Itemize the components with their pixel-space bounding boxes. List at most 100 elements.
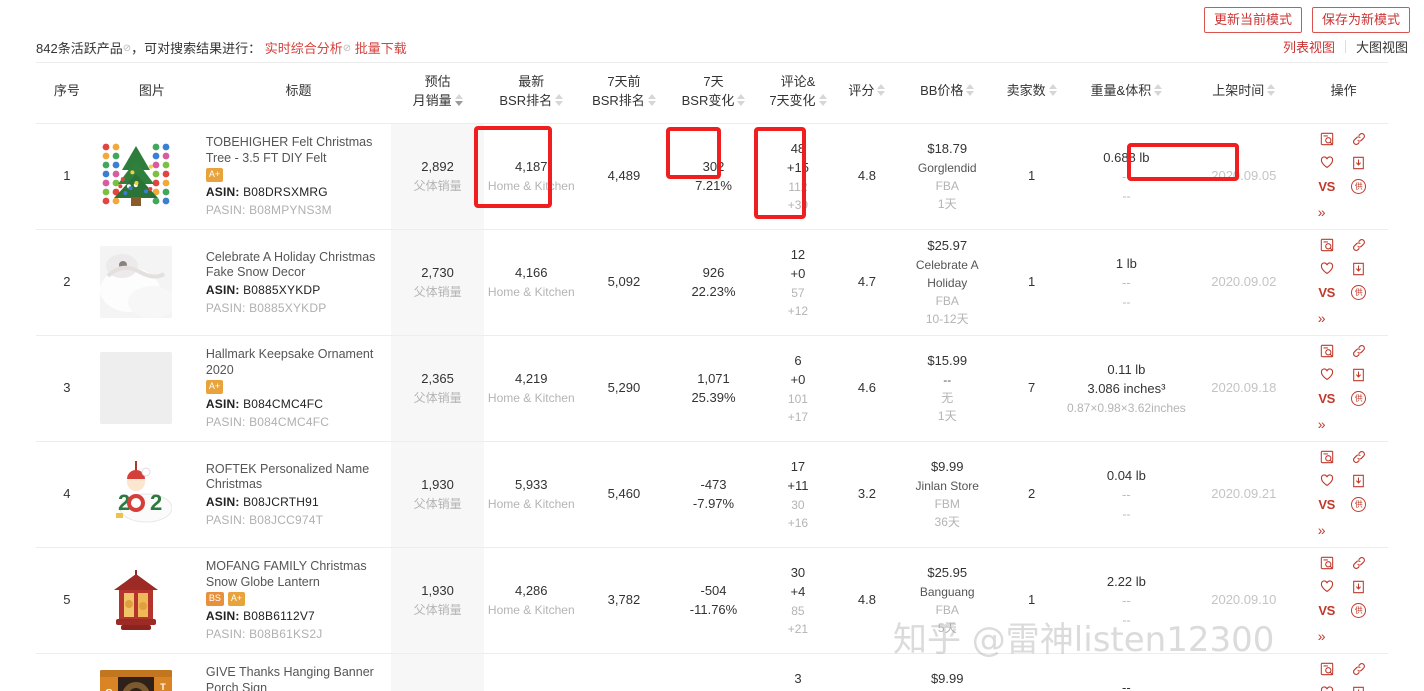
sort-arrows-icon[interactable] (966, 84, 974, 96)
heart-icon[interactable] (1317, 366, 1337, 384)
supplier-icon[interactable]: 供 (1349, 496, 1369, 514)
table-row[interactable]: 2 Celebrate A Holiday Christmas Fake Snow… (36, 229, 1388, 335)
table-row[interactable]: 3 Hallmark Keepsake Ornament 2020 A+ ASIN: … (36, 335, 1388, 441)
cell-thumbnail[interactable]: GIVETHANKS (98, 653, 206, 691)
product-title[interactable]: ROFTEK Personalized Name Christmas (206, 462, 389, 493)
product-title[interactable]: Celebrate A Holiday Christmas Fake Snow … (206, 250, 389, 281)
product-thumbnail-hallmark-ornament[interactable] (100, 352, 172, 424)
report-search-icon[interactable] (1317, 342, 1337, 360)
product-thumbnail-give-thanks-banner[interactable]: GIVETHANKS (100, 670, 172, 691)
column-header-5[interactable]: 7天前 BSR排名 (579, 63, 670, 123)
product-thumbnail-fake-snow[interactable] (100, 246, 172, 318)
product-pasin[interactable]: PASIN: B08JCC974T (206, 511, 389, 529)
sort-arrows-icon[interactable] (737, 94, 745, 106)
product-pasin[interactable]: PASIN: B0885XYKDP (206, 299, 389, 317)
supplier-icon[interactable]: 供 (1349, 390, 1369, 408)
compare-vs-button[interactable]: VS (1317, 390, 1337, 408)
product-title[interactable]: Hallmark Keepsake Ornament 2020 (206, 347, 389, 378)
compare-vs-button[interactable]: VS (1317, 284, 1337, 302)
product-asin[interactable]: ASIN: B0885XYKDP (206, 281, 389, 299)
column-header-11[interactable]: 重量&体积 (1065, 63, 1189, 123)
heart-icon[interactable] (1317, 684, 1337, 691)
column-header-6[interactable]: 7天 BSR变化 (669, 63, 758, 123)
product-asin[interactable]: ASIN: B084CMC4FC (206, 395, 389, 413)
product-pasin[interactable]: PASIN: B08MPYNS3M (206, 201, 389, 219)
product-pasin[interactable]: PASIN: B08B61KS2J (206, 625, 389, 643)
product-asin[interactable]: ASIN: B08B6112V7 (206, 607, 389, 625)
supplier-icon[interactable]: 供 (1349, 284, 1369, 302)
export-icon[interactable] (1349, 578, 1369, 596)
cell-thumbnail[interactable] (98, 123, 206, 229)
report-search-icon[interactable] (1317, 554, 1337, 572)
product-title[interactable]: TOBEHIGHER Felt Christmas Tree - 3.5 FT … (206, 135, 389, 166)
table-row[interactable]: 6GIVETHANKS GIVE Thanks Hanging Banner Po… (36, 653, 1388, 691)
grid-view-toggle[interactable]: 大图视图 (1356, 37, 1408, 56)
count-help-icon[interactable]: ⊘ (123, 43, 131, 54)
compare-vs-button[interactable]: VS (1317, 496, 1337, 514)
report-search-icon[interactable] (1317, 660, 1337, 678)
analysis-help-icon[interactable]: ⊘ (343, 43, 351, 54)
product-thumbnail-lantern[interactable] (100, 564, 172, 636)
link-icon[interactable] (1349, 554, 1369, 572)
more-actions-icon[interactable]: » (1318, 308, 1326, 329)
link-icon[interactable] (1349, 236, 1369, 254)
product-title[interactable]: MOFANG FAMILY Christmas Snow Globe Lante… (206, 559, 389, 590)
supplier-icon[interactable]: 供 (1349, 178, 1369, 196)
sort-arrows-icon[interactable] (819, 94, 827, 106)
heart-icon[interactable] (1317, 578, 1337, 596)
product-pasin[interactable]: PASIN: B084CMC4FC (206, 413, 389, 431)
supplier-icon[interactable]: 供 (1349, 602, 1369, 620)
product-thumbnail-roftek-ornament[interactable]: 22 (100, 458, 172, 530)
product-asin[interactable]: ASIN: B08DRSXMRG (206, 183, 389, 201)
heart-icon[interactable] (1317, 154, 1337, 172)
sort-arrows-icon[interactable] (1049, 84, 1057, 96)
more-actions-icon[interactable]: » (1318, 414, 1326, 435)
export-icon[interactable] (1349, 366, 1369, 384)
link-icon[interactable] (1349, 448, 1369, 466)
sort-arrows-icon[interactable] (1267, 84, 1275, 96)
report-search-icon[interactable] (1317, 236, 1337, 254)
link-icon[interactable] (1349, 342, 1369, 360)
sort-arrows-icon[interactable] (555, 94, 563, 106)
report-search-icon[interactable] (1317, 130, 1337, 148)
sort-arrows-icon[interactable] (648, 94, 656, 106)
sort-arrows-icon[interactable] (877, 84, 885, 96)
table-row[interactable]: 4 2 2 ROFTEK Personalized Name Christmas ASI… (36, 441, 1388, 547)
link-icon[interactable] (1349, 660, 1369, 678)
realtime-analysis-link[interactable]: 实时综合分析 (265, 41, 343, 56)
cell-thumbnail[interactable] (98, 547, 206, 653)
heart-icon[interactable] (1317, 472, 1337, 490)
export-icon[interactable] (1349, 154, 1369, 172)
product-thumbnail-christmas-tree-felt[interactable] (100, 140, 172, 212)
cell-thumbnail[interactable]: 22 (98, 441, 206, 547)
table-row[interactable]: 1 TOBEHIGHER Felt Christmas Tree - 3.5 FT… (36, 123, 1388, 229)
column-header-10[interactable]: 卖家数 (999, 63, 1065, 123)
more-actions-icon[interactable]: » (1318, 202, 1326, 223)
heart-icon[interactable] (1317, 260, 1337, 278)
export-icon[interactable] (1349, 472, 1369, 490)
link-icon[interactable] (1349, 130, 1369, 148)
sort-arrows-icon[interactable] (1154, 84, 1162, 96)
report-search-icon[interactable] (1317, 448, 1337, 466)
column-header-7[interactable]: 评论& 7天变化 (758, 63, 838, 123)
cell-thumbnail[interactable] (98, 229, 206, 335)
column-header-9[interactable]: BB价格 (896, 63, 999, 123)
table-row[interactable]: 5 MOFANG FAMILY Christmas Snow Globe Lant… (36, 547, 1388, 653)
column-header-8[interactable]: 评分 (838, 63, 896, 123)
update-current-mode-button[interactable]: 更新当前模式 (1204, 7, 1302, 33)
cell-thumbnail[interactable] (98, 335, 206, 441)
column-header-12[interactable]: 上架时间 (1188, 63, 1299, 123)
batch-download-link[interactable]: 批量下载 (355, 41, 407, 56)
column-header-3[interactable]: 预估 月销量 (391, 63, 484, 123)
more-actions-icon[interactable]: » (1318, 520, 1326, 541)
compare-vs-button[interactable]: VS (1317, 602, 1337, 620)
sort-arrows-icon[interactable] (455, 94, 463, 106)
product-asin[interactable]: ASIN: B08JCRTH91 (206, 493, 389, 511)
more-actions-icon[interactable]: » (1318, 626, 1326, 647)
compare-vs-button[interactable]: VS (1317, 178, 1337, 196)
product-title[interactable]: GIVE Thanks Hanging Banner Porch Sign (206, 665, 389, 691)
export-icon[interactable] (1349, 260, 1369, 278)
export-icon[interactable] (1349, 684, 1369, 691)
column-header-4[interactable]: 最新 BSR排名 (484, 63, 579, 123)
save-as-new-mode-button[interactable]: 保存为新模式 (1312, 7, 1410, 33)
